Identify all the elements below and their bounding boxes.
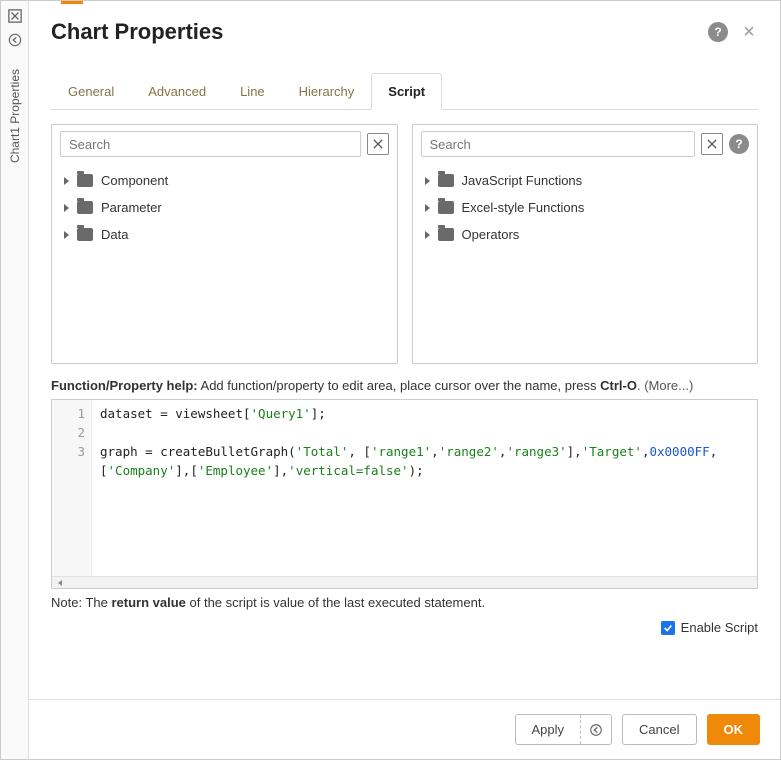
- right-tree-list: JavaScript Functions Excel-style Functio…: [413, 163, 758, 363]
- tree-item-label: Data: [101, 227, 128, 242]
- tree-item-operators[interactable]: Operators: [421, 221, 750, 248]
- tab-line[interactable]: Line: [223, 73, 282, 110]
- help-shortcut: Ctrl-O: [600, 378, 637, 393]
- help-more-link[interactable]: . (More...): [637, 378, 693, 393]
- chevron-right-icon: [425, 177, 430, 185]
- left-search-input[interactable]: [60, 131, 361, 157]
- chevron-right-icon: [64, 204, 69, 212]
- chevron-right-icon: [64, 177, 69, 185]
- folder-icon: [77, 201, 93, 214]
- rail-panel-label[interactable]: Chart1 Properties: [8, 63, 22, 169]
- editor-gutter: 1 2 3: [52, 400, 92, 588]
- tab-script[interactable]: Script: [371, 73, 442, 110]
- tree-item-component[interactable]: Component: [60, 167, 389, 194]
- note-suffix: of the script is value of the last execu…: [186, 595, 485, 610]
- tree-item-label: Excel-style Functions: [462, 200, 585, 215]
- tree-item-js-functions[interactable]: JavaScript Functions: [421, 167, 750, 194]
- apply-button[interactable]: Apply: [516, 715, 581, 744]
- folder-icon: [438, 174, 454, 187]
- folder-icon: [77, 228, 93, 241]
- dialog-footer: Apply Cancel OK: [29, 699, 780, 759]
- line-number: 2: [56, 423, 85, 442]
- tab-general[interactable]: General: [51, 73, 131, 110]
- tree-item-label: JavaScript Functions: [462, 173, 583, 188]
- help-body: Add function/property to edit area, plac…: [198, 378, 601, 393]
- editor-scrollbar[interactable]: [52, 576, 757, 588]
- chevron-right-icon: [425, 231, 430, 239]
- left-tree-panel: Component Parameter Data: [51, 124, 398, 364]
- tree-item-label: Component: [101, 173, 168, 188]
- line-number: 3: [56, 442, 85, 461]
- cancel-button[interactable]: Cancel: [622, 714, 696, 745]
- dialog-title: Chart Properties: [51, 19, 708, 45]
- note-bold: return value: [111, 595, 185, 610]
- enable-script-checkbox[interactable]: [661, 621, 675, 635]
- chevron-right-icon: [64, 231, 69, 239]
- left-tree-list: Component Parameter Data: [52, 163, 397, 363]
- function-help-line: Function/Property help: Add function/pro…: [51, 378, 758, 393]
- rail-collapse-icon[interactable]: [6, 31, 24, 49]
- right-tree-panel: ? JavaScript Functions Excel-style Funct…: [412, 124, 759, 364]
- line-number: 1: [56, 404, 85, 423]
- right-help-icon[interactable]: ?: [729, 134, 749, 154]
- help-icon[interactable]: ?: [708, 22, 728, 42]
- help-prefix: Function/Property help:: [51, 378, 198, 393]
- apply-button-group: Apply: [515, 714, 613, 745]
- tree-item-parameter[interactable]: Parameter: [60, 194, 389, 221]
- right-search-input[interactable]: [421, 131, 696, 157]
- dialog-header: Chart Properties ? ×: [29, 1, 780, 53]
- folder-icon: [438, 201, 454, 214]
- tab-advanced[interactable]: Advanced: [131, 73, 223, 110]
- tree-item-label: Parameter: [101, 200, 162, 215]
- tree-item-label: Operators: [462, 227, 520, 242]
- tree-panels: Component Parameter Data ?: [51, 124, 758, 364]
- tabs: General Advanced Line Hierarchy Script: [51, 73, 758, 110]
- app-root: Chart1 Properties Chart Properties ? × G…: [0, 0, 781, 760]
- sidebar-rail: Chart1 Properties: [1, 1, 29, 759]
- ok-button[interactable]: OK: [707, 714, 761, 745]
- tab-hierarchy[interactable]: Hierarchy: [282, 73, 372, 110]
- close-icon[interactable]: ×: [740, 23, 758, 41]
- enable-script-row: Enable Script: [51, 620, 758, 635]
- folder-icon: [77, 174, 93, 187]
- tree-item-data[interactable]: Data: [60, 221, 389, 248]
- folder-icon: [438, 228, 454, 241]
- note-prefix: Note: The: [51, 595, 111, 610]
- tab-body: Component Parameter Data ?: [29, 110, 780, 699]
- script-editor[interactable]: 1 2 3 dataset = viewsheet['Query1']; gra…: [51, 399, 758, 589]
- revert-button[interactable]: [581, 715, 611, 744]
- left-search-clear-icon[interactable]: [367, 133, 389, 155]
- editor-content[interactable]: dataset = viewsheet['Query1']; graph = c…: [92, 400, 757, 588]
- enable-script-label: Enable Script: [681, 620, 758, 635]
- tree-item-excel-functions[interactable]: Excel-style Functions: [421, 194, 750, 221]
- return-value-note: Note: The return value of the script is …: [51, 595, 758, 610]
- right-search-clear-icon[interactable]: [701, 133, 723, 155]
- dialog-main: Chart Properties ? × General Advanced Li…: [29, 1, 780, 759]
- rail-close-icon[interactable]: [6, 7, 24, 25]
- chevron-right-icon: [425, 204, 430, 212]
